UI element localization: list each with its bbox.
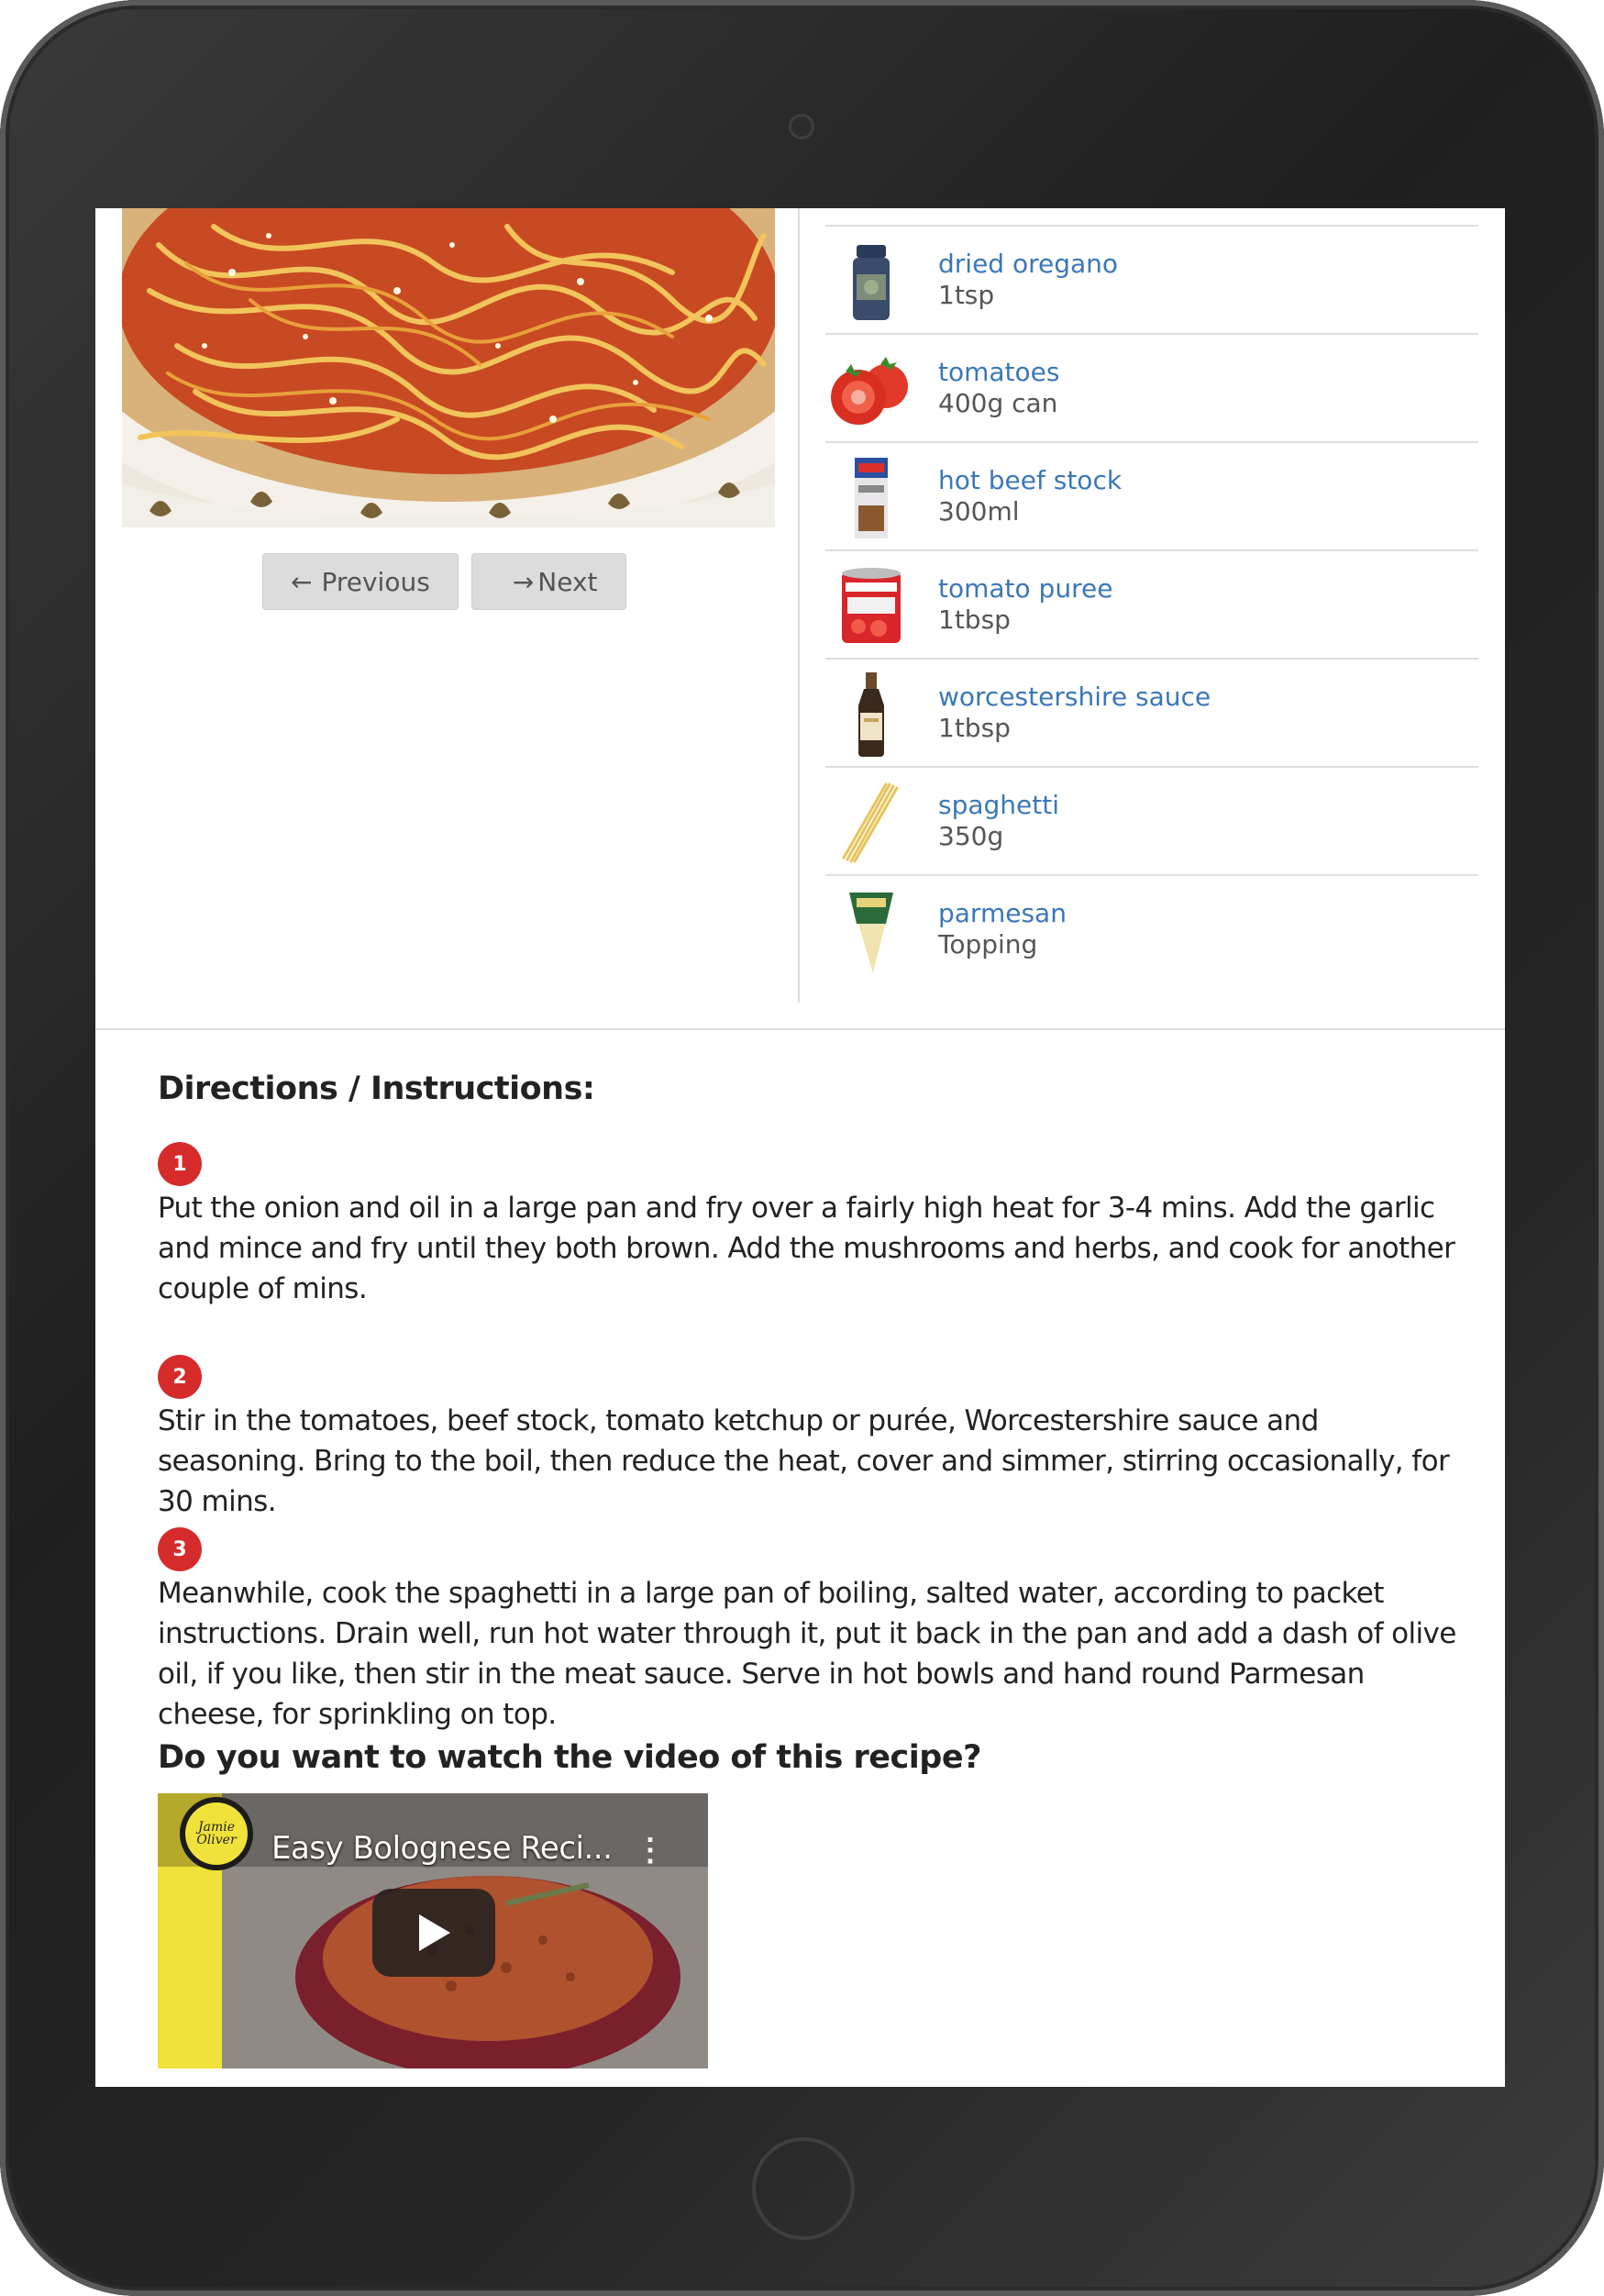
ingredient-name[interactable]: hot beef stock xyxy=(938,465,1122,495)
ingredient-name[interactable]: parmesan xyxy=(938,898,1067,928)
step-number-badge: 2 xyxy=(158,1355,202,1399)
parmesan-icon xyxy=(849,893,893,973)
step-text: Put the onion and oil in a large pan and… xyxy=(158,1192,1455,1305)
direction-step: 3 Meanwhile, cook the spaghetti in a lar… xyxy=(158,1527,1460,1735)
ingredient-row: worcestershire sauce 1tbsp xyxy=(825,660,1478,768)
next-button[interactable]: → Next xyxy=(470,553,626,610)
camera-icon xyxy=(789,114,814,139)
ingredient-row: dried oregano 1tsp xyxy=(825,227,1478,335)
ingredient-quantity: 300ml xyxy=(938,496,1020,527)
ingredient-row: tomato puree 1tbsp xyxy=(825,551,1478,660)
recipe-header-section: ← Previous → Next dried oregano 1tsp tom… xyxy=(95,208,1505,1028)
recipe-photo xyxy=(122,208,775,527)
step-text: Meanwhile, cook the spaghetti in a large… xyxy=(158,1577,1456,1731)
video-question: Do you want to watch the video of this r… xyxy=(158,1739,981,1776)
home-button[interactable] xyxy=(752,2137,855,2240)
previous-label: Previous xyxy=(321,566,430,597)
oregano-jar-icon xyxy=(853,245,890,320)
column-divider xyxy=(798,208,800,1003)
play-icon xyxy=(419,1914,450,1951)
ingredient-row: hot beef stock 300ml xyxy=(825,443,1478,551)
ingredient-row: tomatoes 400g can xyxy=(825,335,1478,443)
ingredient-row: parmesan Topping xyxy=(825,876,1478,984)
screen: ← Previous → Next dried oregano 1tsp tom… xyxy=(95,208,1505,2087)
sauce-bottle-icon xyxy=(858,672,884,757)
step-number-badge: 1 xyxy=(158,1142,202,1186)
ingredient-quantity: 1tsp xyxy=(938,280,995,310)
video-title: Easy Bolognese Reci... xyxy=(271,1830,613,1867)
puree-can-icon xyxy=(842,568,901,643)
photo-navigation: ← Previous → Next xyxy=(262,553,626,610)
tablet-frame: ← Previous → Next dried oregano 1tsp tom… xyxy=(0,0,1604,2296)
ingredient-quantity: 350g xyxy=(938,821,1004,851)
direction-step: 1 Put the onion and oil in a large pan a… xyxy=(158,1142,1460,1309)
ingredient-quantity: 1tbsp xyxy=(938,713,1011,743)
ingredient-quantity: 1tbsp xyxy=(938,605,1011,635)
ingredient-row: spaghetti 350g xyxy=(825,768,1478,876)
section-divider xyxy=(95,1028,1505,1030)
ingredient-quantity: 400g can xyxy=(938,388,1058,418)
ingredient-name[interactable]: worcestershire sauce xyxy=(938,682,1211,712)
arrow-left-icon: ← xyxy=(291,566,313,597)
tomato-icon xyxy=(831,357,908,425)
previous-button[interactable]: ← Previous xyxy=(262,553,459,610)
video-embed[interactable]: Jamie Oliver Easy Bolognese Reci... ⋮ xyxy=(158,1793,708,2069)
ingredient-name[interactable]: tomatoes xyxy=(938,357,1059,387)
stock-carton-icon xyxy=(855,458,888,538)
more-options-icon[interactable]: ⋮ xyxy=(635,1832,666,1869)
play-button[interactable] xyxy=(372,1889,495,1977)
ingredient-name[interactable]: dried oregano xyxy=(938,249,1118,279)
next-label: Next xyxy=(537,566,598,597)
step-text: Stir in the tomatoes, beef stock, tomato… xyxy=(158,1404,1450,1518)
direction-step: 2 Stir in the tomatoes, beef stock, toma… xyxy=(158,1355,1460,1522)
directions-title: Directions / Instructions: xyxy=(158,1070,595,1107)
arrow-right-icon: → xyxy=(512,566,535,597)
channel-logo: Jamie Oliver xyxy=(196,1820,237,1847)
ingredient-quantity: Topping xyxy=(938,929,1038,959)
ingredient-name[interactable]: spaghetti xyxy=(938,790,1059,820)
step-number-badge: 3 xyxy=(158,1527,202,1571)
spaghetti-icon xyxy=(842,782,899,863)
ingredient-name[interactable]: tomato puree xyxy=(938,573,1112,604)
